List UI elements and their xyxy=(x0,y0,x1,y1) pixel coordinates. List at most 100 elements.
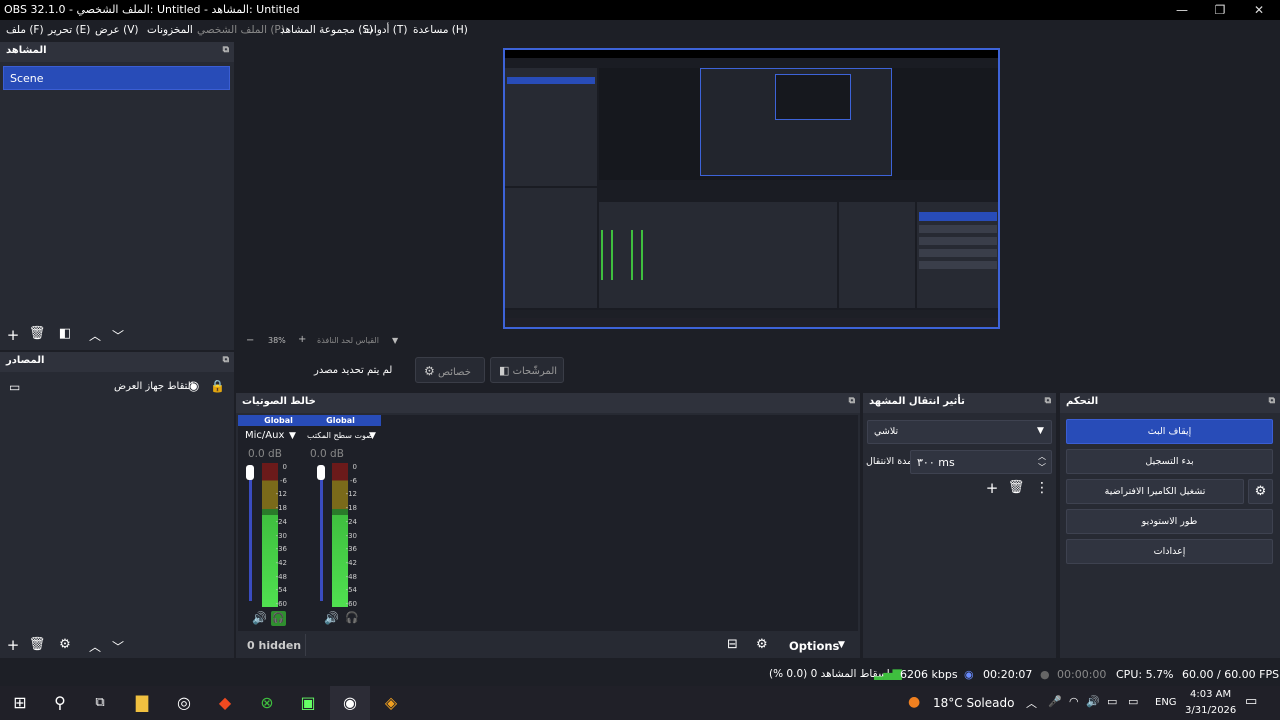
scenes-dock-header: المشاهد ⧉ xyxy=(0,42,234,62)
start-recording-button[interactable]: بدء التسجيل xyxy=(1066,449,1273,474)
camera-icon[interactable]: ▭ xyxy=(1107,695,1117,708)
spin-up-icon[interactable]: ︿ xyxy=(1038,451,1046,462)
zoom-dropdown-icon[interactable]: ▼ xyxy=(392,336,398,345)
zoom-out-icon[interactable]: − xyxy=(246,335,254,346)
notifications-icon[interactable]: ▭ xyxy=(1245,694,1257,709)
visibility-eye-icon[interactable]: ◉ xyxy=(188,379,199,394)
volume-fader-knob[interactable] xyxy=(246,465,254,480)
microphone-icon[interactable]: 🎤 xyxy=(1048,695,1062,708)
language-indicator[interactable]: ENG xyxy=(1155,697,1177,708)
menu-docks[interactable]: المخزونات xyxy=(147,24,193,36)
undock-icon[interactable]: ⧉ xyxy=(223,355,229,365)
transitions-dock-header: تأثير انتقال المشهد ⧉ xyxy=(863,393,1056,413)
speaker-icon[interactable]: 🔊 xyxy=(252,611,267,625)
battery-icon[interactable]: ▭ xyxy=(1128,695,1138,708)
obs-icon[interactable]: ◉ xyxy=(337,692,363,714)
settings-button[interactable]: إعدادات xyxy=(1066,539,1273,564)
close-button[interactable]: ✕ xyxy=(1240,0,1278,20)
volume-fader-knob[interactable] xyxy=(317,465,325,480)
lock-icon[interactable]: 🔒 xyxy=(210,379,225,393)
xbox-icon[interactable]: ⊗ xyxy=(254,692,280,714)
advanced-settings-gear-icon[interactable]: ⚙ xyxy=(756,637,768,652)
volume-fader-track[interactable] xyxy=(249,465,252,601)
source-settings-gear-icon[interactable]: ⚙ xyxy=(55,637,75,652)
move-down-icon[interactable]: ﹀ xyxy=(108,638,128,655)
more-options-icon[interactable]: ⋮ xyxy=(1032,480,1052,496)
move-up-icon[interactable]: ︿ xyxy=(85,638,105,655)
transition-type-select[interactable]: تلاشي ▼ xyxy=(867,420,1052,444)
clock-date[interactable]: 3/31/2026 xyxy=(1185,705,1236,716)
menu-view[interactable]: عرض (V) xyxy=(95,24,138,36)
menu-bar: ملف (F) تحرير (E) عرض (V) المخزونات المل… xyxy=(0,20,1280,42)
sources-title: المصادر xyxy=(6,355,45,366)
channel-volume-db[interactable]: 0.0 dB xyxy=(248,448,282,460)
remove-scene-icon[interactable]: 🗑 xyxy=(27,326,47,341)
clock-time[interactable]: 4:03 AM xyxy=(1190,689,1231,700)
scene-filters-icon[interactable]: ◧ xyxy=(55,326,75,341)
menu-tools[interactable]: أدوات (T) xyxy=(364,24,407,36)
menu-help[interactable]: مساعدة (H) xyxy=(413,24,468,36)
wifi-icon[interactable]: ◠ xyxy=(1069,695,1079,708)
source-item[interactable]: ▭ التقاط جهاز العرض ◉ 🔒 xyxy=(0,378,234,398)
bitrate: 6206 kbps xyxy=(900,668,958,681)
zoom-fit-label[interactable]: القياس لحد النافذة xyxy=(317,336,379,345)
undock-icon[interactable]: ⧉ xyxy=(849,396,855,406)
properties-button[interactable]: ⚙ خصائص xyxy=(415,357,485,383)
zoom-in-icon[interactable]: + xyxy=(298,334,306,345)
terminal-icon[interactable]: ▣ xyxy=(295,692,321,714)
chevron-down-icon: ▼ xyxy=(1037,426,1044,436)
speaker-icon[interactable]: 🔊 xyxy=(324,611,339,625)
record-icon: ● xyxy=(1040,668,1050,681)
volume-fader-track[interactable] xyxy=(320,465,323,601)
hidden-count[interactable]: 0 hidden xyxy=(247,639,301,652)
start-virtual-camera-button[interactable]: تشغيل الكاميرا الافتراضية xyxy=(1066,479,1244,504)
layout-toggle-icon[interactable]: ⊟ xyxy=(727,637,738,652)
channel-dropdown-icon[interactable]: ▼ xyxy=(369,431,376,441)
weather-text[interactable]: 18°C Soleado xyxy=(933,696,1014,710)
channel-dropdown-icon[interactable]: ▼ xyxy=(289,431,296,441)
maximize-button[interactable]: ❐ xyxy=(1201,0,1239,20)
stop-streaming-button[interactable]: إيقاف البث xyxy=(1066,419,1273,444)
stream-icon: ◉ xyxy=(964,668,974,681)
undock-icon[interactable]: ⧉ xyxy=(1269,396,1275,406)
app-icon[interactable]: ◎ xyxy=(171,692,197,714)
menu-edit[interactable]: تحرير (E) xyxy=(48,24,90,36)
search-icon[interactable]: ⚲ xyxy=(47,692,73,714)
preview-canvas[interactable] xyxy=(503,48,1000,329)
meter-ticks: 0 -6 -12 -18 -24 -30 -36 -42 -48 -54 -60 xyxy=(275,463,287,609)
transitions-title: تأثير انتقال المشهد xyxy=(869,396,965,407)
move-down-icon[interactable]: ﹀ xyxy=(108,327,128,344)
remove-transition-icon[interactable]: 🗑 xyxy=(1006,480,1026,495)
menu-file[interactable]: ملف (F) xyxy=(6,24,44,36)
spin-down-icon[interactable]: ﹀ xyxy=(1038,462,1046,473)
filters-button[interactable]: ◧ المرشّحات xyxy=(490,357,564,383)
undock-icon[interactable]: ⧉ xyxy=(223,45,229,55)
bluestacks-icon[interactable]: ◈ xyxy=(378,692,404,714)
duration-label: مدة الانتقال xyxy=(866,456,913,467)
add-scene-button[interactable]: + xyxy=(3,326,23,344)
tray-chevron-icon[interactable]: ︿ xyxy=(1026,695,1037,711)
studio-mode-button[interactable]: طور الاستوديو xyxy=(1066,509,1273,534)
minimize-button[interactable]: — xyxy=(1163,0,1201,20)
windows-start-icon[interactable]: ⊞ xyxy=(7,692,33,714)
move-up-icon[interactable]: ︿ xyxy=(85,327,105,344)
add-source-button[interactable]: + xyxy=(3,636,23,654)
task-view-icon[interactable]: ⧉ xyxy=(87,692,113,714)
file-explorer-icon[interactable]: ▇ xyxy=(129,692,155,714)
undock-icon[interactable]: ⧉ xyxy=(1045,396,1051,406)
remove-source-icon[interactable]: 🗑 xyxy=(27,637,47,652)
title-bar: OBS 32.1.0 - الملف الشخصي: Untitled - ال… xyxy=(0,0,1280,20)
brave-browser-icon[interactable]: ◆ xyxy=(212,692,238,714)
add-transition-button[interactable]: + xyxy=(982,479,1002,497)
menu-profile[interactable]: الملف الشخصي (P) xyxy=(197,24,285,36)
virtual-camera-gear-icon[interactable]: ⚙ xyxy=(1248,479,1273,504)
volume-icon[interactable]: 🔊 xyxy=(1086,695,1100,708)
monitor-headphones-icon[interactable]: 🎧 xyxy=(271,611,286,626)
monitor-headphones-icon[interactable]: 🎧 xyxy=(345,611,359,624)
channel-volume-db[interactable]: 0.0 dB xyxy=(310,448,344,460)
options-button[interactable]: Options ▼ xyxy=(778,634,856,658)
duration-spinbox[interactable]: ٣٠٠ ms ︿ ﹀ xyxy=(910,450,1052,474)
scene-item[interactable]: Scene xyxy=(3,66,230,90)
sources-dock-header: المصادر ⧉ xyxy=(0,352,234,372)
menu-scene-collection[interactable]: مجموعة المشاهد (S) xyxy=(280,24,373,36)
